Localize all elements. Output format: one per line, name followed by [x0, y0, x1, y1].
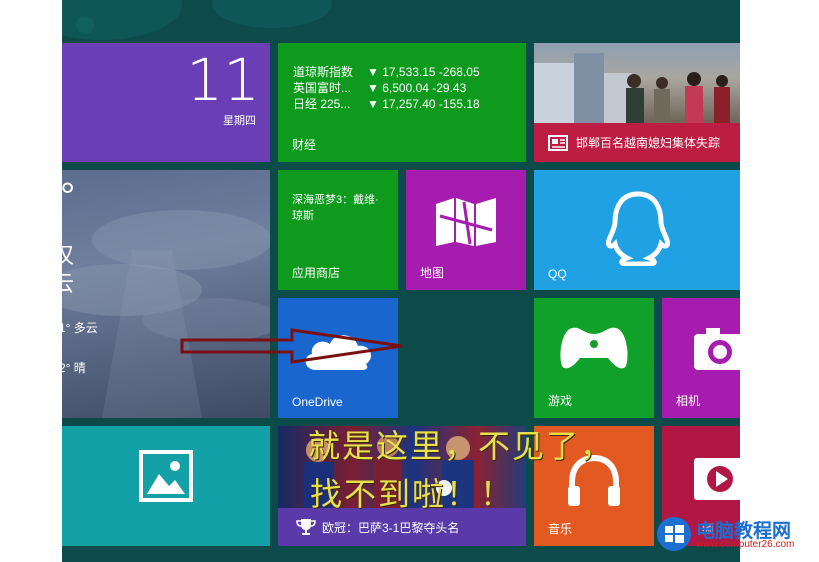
- site-watermark: 电脑教程网 www.computer26.com: [654, 512, 816, 560]
- windows-logo-icon: [657, 517, 691, 551]
- finance-row: 日经 225... ▼ 17,257.40 -155.18: [293, 96, 480, 112]
- index-name: 日经 225...: [293, 97, 351, 111]
- sport-headline: 欧冠：巴萨3-1巴黎夺头名: [322, 520, 460, 535]
- qq-penguin-icon: [606, 191, 670, 266]
- finance-label: 财经: [292, 138, 317, 152]
- news-caption-bar: 邯郸百名越南媳妇集体失踪: [534, 123, 740, 162]
- weather-tile[interactable]: ° 汉 云 1° 多云 2° 晴: [62, 170, 270, 418]
- controller-icon-wrap: [534, 324, 654, 372]
- index-name: 道琼斯指数: [293, 65, 354, 79]
- newspaper-icon: [548, 134, 568, 151]
- camera-tile[interactable]: 相机: [662, 298, 740, 418]
- background-circle: [212, 0, 332, 28]
- photo-icon: [139, 450, 193, 502]
- index-name: 英国富时...: [293, 81, 352, 95]
- maps-label: 地图: [420, 266, 445, 280]
- weather-temperature: °: [62, 176, 76, 218]
- annotation-line: 找不到啦！！: [310, 475, 515, 513]
- weather-forecast-day: 2° 晴: [62, 361, 86, 375]
- trophy-icon: [296, 519, 316, 535]
- weather-forecast-day: 1° 多云: [62, 321, 98, 335]
- news-headline: 邯郸百名越南媳妇集体失踪: [576, 136, 721, 150]
- video-play-icon: [694, 458, 740, 500]
- games-label: 游戏: [548, 394, 573, 408]
- annotation-line: 就是这里，不见了，: [308, 427, 615, 465]
- camera-label: 相机: [676, 394, 701, 408]
- map-icon: [436, 198, 496, 246]
- finance-row: 英国富时... ▼ 6,500.04 -29.43: [293, 80, 480, 96]
- cloud-sky-image: [62, 210, 270, 418]
- index-value: ▼ 17,257.40 -155.18: [367, 97, 480, 111]
- finance-tile[interactable]: 道琼斯指数 ▼ 17,533.15 -268.05 英国富时... ▼ 6,50…: [278, 43, 526, 162]
- qq-label: QQ: [548, 267, 567, 281]
- calendar-day: 11: [186, 46, 260, 114]
- store-featured-app: 深海恶梦3：戴维·琼斯: [292, 194, 379, 222]
- background-dot: [76, 16, 94, 34]
- camera-icon: [694, 328, 740, 370]
- store-label: 应用商店: [292, 266, 341, 280]
- calendar-weekday: 星期四: [223, 115, 256, 127]
- qq-tile[interactable]: QQ: [534, 170, 740, 290]
- music-label: 音乐: [548, 522, 573, 536]
- map-icon-wrap: [406, 196, 526, 248]
- finance-quotes: 道琼斯指数 ▼ 17,533.15 -268.05 英国富时... ▼ 6,50…: [293, 64, 480, 112]
- news-photo-figures: [534, 53, 730, 123]
- xbox-controller-icon: [560, 327, 628, 369]
- index-value: ▼ 6,500.04 -29.43: [367, 81, 467, 95]
- weather-condition: 云: [62, 271, 75, 296]
- photos-tile[interactable]: [62, 426, 270, 546]
- qq-icon-wrap: [534, 190, 740, 266]
- onedrive-label: OneDrive: [292, 395, 343, 409]
- watermark-url: www.computer26.com: [696, 539, 795, 550]
- games-tile[interactable]: 游戏: [534, 298, 654, 418]
- store-tile[interactable]: 深海恶梦3：戴维·琼斯 应用商店: [278, 170, 398, 290]
- news-photo: [534, 43, 740, 123]
- annotation-text: 就是这里，不见了， 找不到啦！！: [308, 422, 628, 518]
- finance-row: 道琼斯指数 ▼ 17,533.15 -268.05: [293, 64, 480, 80]
- index-value: ▼ 17,533.15 -268.05: [367, 65, 480, 79]
- calendar-tile[interactable]: 11 星期四: [62, 43, 270, 162]
- annotation-arrow: [180, 328, 403, 364]
- maps-tile[interactable]: 地图: [406, 170, 526, 290]
- news-tile[interactable]: 邯郸百名越南媳妇集体失踪: [534, 43, 740, 162]
- photo-icon-wrap: [62, 450, 270, 502]
